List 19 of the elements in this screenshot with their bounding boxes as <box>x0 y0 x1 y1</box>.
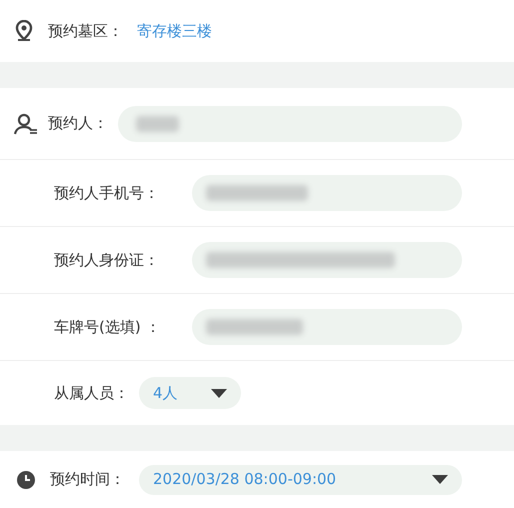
location-pin-icon <box>14 20 34 42</box>
person-icon <box>14 112 38 134</box>
input-field[interactable] <box>192 242 462 278</box>
time-dropdown[interactable]: 2020/03/28 08:00-09:00 <box>139 464 462 494</box>
area-value[interactable]: 寄存楼三楼 <box>137 20 212 42</box>
members-label: 从属人员： <box>54 382 129 404</box>
input-field[interactable] <box>192 309 462 345</box>
area-label: 预约墓区： <box>48 20 123 42</box>
field-label: 预约人身份证： <box>54 250 160 271</box>
clock-icon <box>16 470 36 490</box>
input-field[interactable] <box>192 175 462 211</box>
field-label: 预约人手机号： <box>54 182 160 204</box>
person-label: 预约人： <box>48 113 108 134</box>
time-label: 预约时间： <box>50 469 125 490</box>
caret-icon <box>211 388 227 398</box>
caret-icon <box>432 475 448 484</box>
field-label: 车牌号(选填) ： <box>54 316 162 338</box>
name-input-field[interactable] <box>118 106 462 142</box>
members-dropdown[interactable]: 4人 <box>139 377 241 409</box>
